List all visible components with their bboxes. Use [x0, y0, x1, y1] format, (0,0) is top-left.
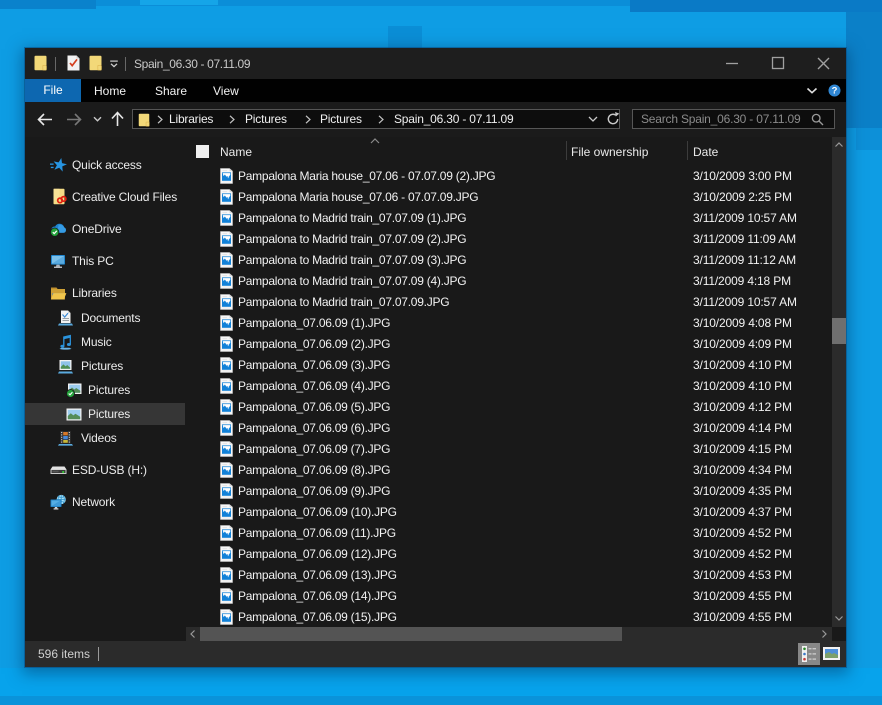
svg-text:?: ?: [832, 86, 838, 97]
